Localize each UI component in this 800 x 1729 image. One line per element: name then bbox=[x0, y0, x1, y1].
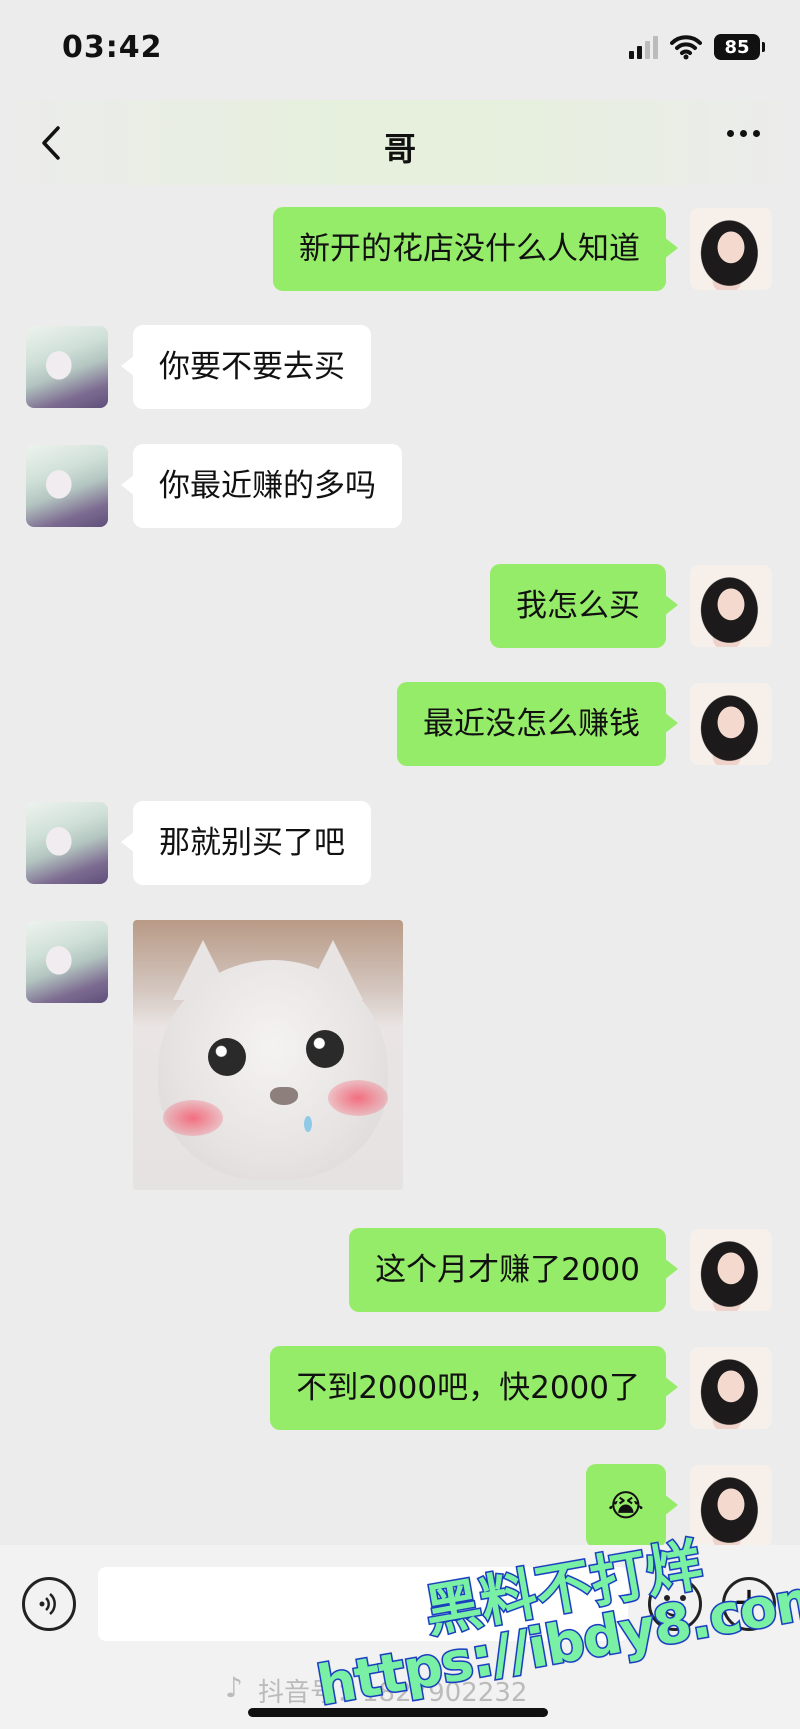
received-message-bubble[interactable]: 那就别买了吧 bbox=[121, 801, 371, 885]
home-indicator bbox=[248, 1708, 548, 1717]
my-avatar[interactable] bbox=[690, 683, 772, 765]
my-avatar[interactable] bbox=[690, 1465, 772, 1547]
status-bar: 03:42 85 bbox=[0, 0, 800, 100]
battery-icon: 85 bbox=[714, 34, 765, 60]
cat-blush bbox=[163, 1100, 223, 1136]
friend-avatar[interactable] bbox=[26, 326, 108, 408]
received-message-bubble[interactable]: 你最近赚的多吗 bbox=[121, 444, 402, 528]
more-options-icon[interactable] bbox=[727, 130, 760, 137]
sent-message-bubble[interactable]: 不到2000吧，快2000了 bbox=[270, 1346, 678, 1430]
signal-icon bbox=[629, 35, 658, 59]
cat-blush bbox=[328, 1080, 388, 1116]
sent-message-bubble[interactable]: 新开的花店没什么人知道 bbox=[273, 207, 678, 291]
status-time: 03:42 bbox=[62, 30, 163, 65]
my-avatar[interactable] bbox=[690, 1229, 772, 1311]
cat-tear bbox=[304, 1116, 312, 1132]
chat-header: 哥 bbox=[0, 100, 800, 185]
sent-message-bubble[interactable]: 这个月才赚了2000 bbox=[349, 1228, 678, 1312]
voice-input-icon[interactable] bbox=[22, 1577, 76, 1631]
sent-message-bubble[interactable]: 最近没怎么赚钱 bbox=[397, 682, 678, 766]
my-avatar[interactable] bbox=[690, 1347, 772, 1429]
status-icons: 85 bbox=[629, 34, 765, 60]
cat-eye bbox=[208, 1038, 246, 1076]
my-avatar[interactable] bbox=[690, 208, 772, 290]
douyin-logo-icon: ♪ bbox=[225, 1671, 243, 1704]
cat-face bbox=[158, 960, 388, 1180]
cat-eye bbox=[306, 1030, 344, 1068]
friend-avatar[interactable] bbox=[26, 921, 108, 1003]
crying-cat-sticker[interactable] bbox=[133, 920, 403, 1190]
cat-nose bbox=[270, 1087, 298, 1105]
received-message-bubble[interactable]: 你要不要去买 bbox=[121, 325, 371, 409]
sent-message-bubble[interactable]: 我怎么买 bbox=[490, 564, 678, 648]
my-avatar[interactable] bbox=[690, 565, 772, 647]
sound-wave-icon bbox=[39, 1593, 56, 1615]
friend-avatar[interactable] bbox=[26, 802, 108, 884]
wifi-icon bbox=[670, 35, 702, 60]
chat-title: 哥 bbox=[383, 130, 416, 168]
friend-avatar[interactable] bbox=[26, 445, 108, 527]
